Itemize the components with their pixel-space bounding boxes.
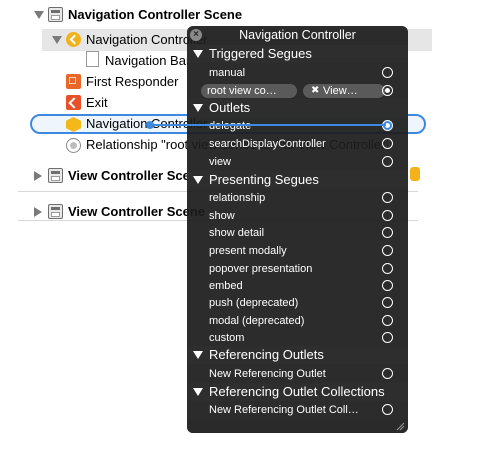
connection-label: popover presentation [209, 263, 313, 275]
connection-target-pill[interactable]: ✖ View… [303, 84, 385, 98]
outline-item-view-controller-scene[interactable]: View Controller Scene [68, 166, 205, 186]
connection-label: present modally [209, 245, 287, 257]
outline-item-view-controller-scene[interactable]: View Controller Scene [68, 202, 205, 222]
connection-label: searchDisplayController [209, 138, 326, 150]
connection-circle-icon[interactable] [382, 263, 393, 274]
resize-grip-icon[interactable] [396, 422, 405, 431]
scene-icon [48, 204, 63, 219]
connection-circle-icon[interactable] [382, 297, 393, 308]
connection-circle-icon[interactable] [382, 210, 393, 221]
new-referencing-outlet-collection[interactable]: New Referencing Outlet Coll… [187, 401, 408, 419]
presenting-segue-item[interactable]: show detail [187, 224, 408, 242]
section-label: Referencing Outlets [209, 347, 324, 362]
presenting-segue-item[interactable]: popover presentation [187, 260, 408, 278]
connection-label: embed [209, 280, 243, 292]
connection-label: show [209, 210, 235, 222]
presenting-segue-item[interactable]: modal (deprecated) [187, 312, 408, 330]
section-presenting-segues[interactable]: Presenting Segues [187, 171, 408, 189]
connection-circle-icon[interactable] [382, 332, 393, 343]
disclosure-triangle-icon [193, 176, 203, 184]
connection-label: New Referencing Outlet Coll… [209, 404, 359, 416]
connection-label: relationship [209, 192, 266, 204]
outlet-search-display-controller[interactable]: searchDisplayController [187, 135, 408, 153]
connection-circle-icon[interactable] [382, 67, 393, 78]
disclosure-triangle-icon[interactable] [34, 207, 42, 217]
hud-footer [187, 419, 408, 433]
section-outlets[interactable]: Outlets [187, 99, 408, 117]
remove-connection-icon[interactable]: ✖ [311, 84, 319, 98]
disclosure-triangle-icon[interactable] [34, 11, 44, 19]
connection-circle-icon[interactable] [382, 404, 393, 415]
outlet-view[interactable]: view [187, 153, 408, 171]
presenting-segue-item[interactable]: relationship [187, 189, 408, 207]
outline-item-first-responder[interactable]: First Responder [86, 72, 178, 92]
connection-source-pill[interactable]: root view co… [201, 84, 297, 98]
outlet-delegate[interactable]: delegate [187, 117, 408, 135]
connection-circle-icon[interactable] [382, 192, 393, 203]
scene-title[interactable]: Navigation Controller Scene [68, 5, 242, 25]
new-referencing-outlet[interactable]: New Referencing Outlet [187, 365, 408, 383]
connection-circle-icon[interactable] [382, 156, 393, 167]
connection-label: modal (deprecated) [209, 315, 305, 327]
section-referencing-outlet-collections[interactable]: Referencing Outlet Collections [187, 383, 408, 401]
disclosure-triangle-icon [193, 351, 203, 359]
presenting-segue-item[interactable]: push (deprecated) [187, 294, 408, 312]
outline-item-navigation-bar[interactable]: Navigation Bar [105, 51, 190, 71]
connection-circle-icon[interactable] [382, 315, 393, 326]
connections-hud: × Navigation Controller Triggered Segues… [187, 26, 408, 433]
presenting-segue-item[interactable]: embed [187, 277, 408, 295]
outline-item-exit[interactable]: Exit [86, 93, 108, 113]
scene-icon [48, 7, 63, 22]
hud-title: Navigation Controller [239, 28, 356, 42]
presenting-segue-item[interactable]: custom [187, 329, 408, 347]
disclosure-triangle-icon [193, 104, 203, 112]
segue-root-view-controller[interactable]: root view co… ✖ View… [187, 82, 408, 100]
disclosure-triangle-icon[interactable] [52, 36, 62, 44]
segue-marker-icon [410, 167, 420, 181]
section-label: Outlets [209, 100, 251, 115]
section-label: Triggered Segues [209, 46, 312, 61]
disclosure-triangle-icon [193, 50, 203, 58]
presenting-segue-item[interactable]: show [187, 207, 408, 225]
connection-label: manual [209, 67, 246, 79]
exit-icon [66, 95, 81, 110]
connection-label: custom [209, 332, 245, 344]
presenting-segue-item[interactable]: present modally [187, 242, 408, 260]
scene-icon [48, 168, 63, 183]
section-referencing-outlets[interactable]: Referencing Outlets [187, 346, 408, 364]
connection-label: push (deprecated) [209, 297, 299, 309]
disclosure-triangle-icon [193, 388, 203, 396]
navigation-controller-icon [66, 32, 81, 47]
connection-label: New Referencing Outlet [209, 368, 326, 380]
connection-circle-icon[interactable] [382, 368, 393, 379]
connection-label: show detail [209, 227, 265, 239]
connection-circle-icon[interactable] [382, 245, 393, 256]
segue-manual[interactable]: manual [187, 64, 408, 82]
relationship-icon [66, 138, 81, 153]
connection-target-label: View… [323, 85, 358, 97]
section-triggered-segues[interactable]: Triggered Segues [187, 45, 408, 63]
connection-label: delegate [209, 120, 252, 132]
section-label: Referencing Outlet Collections [209, 384, 385, 399]
navigation-bar-icon [86, 51, 99, 67]
section-label: Presenting Segues [209, 172, 319, 187]
connection-label: view [209, 156, 232, 168]
connection-circle-icon[interactable] [382, 280, 393, 291]
disclosure-triangle-icon[interactable] [34, 171, 42, 181]
connection-circle-icon[interactable] [382, 138, 393, 149]
first-responder-icon [66, 74, 81, 89]
connection-circle-icon[interactable] [382, 227, 393, 238]
connection-circle-icon[interactable] [382, 85, 393, 96]
connection-drag-handle[interactable] [146, 121, 154, 129]
connection-drag-line [150, 124, 386, 126]
